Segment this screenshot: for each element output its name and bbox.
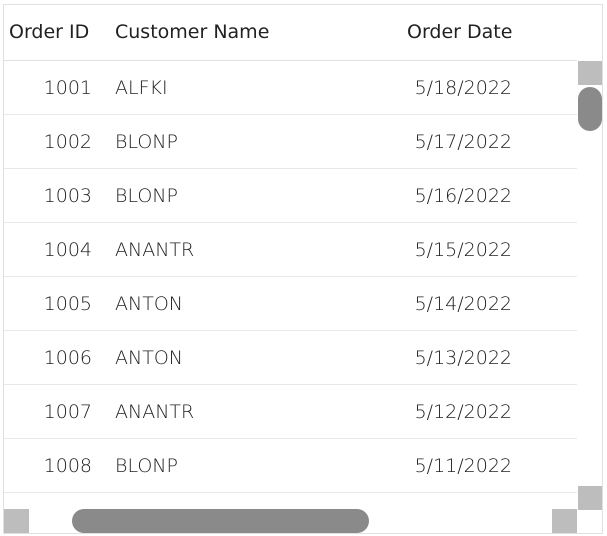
cell-customer-name: BLONP — [115, 131, 178, 153]
column-header-order-id[interactable]: Order ID — [9, 5, 89, 60]
horizontal-scroll-thumb[interactable] — [72, 509, 369, 533]
scroll-down-button[interactable] — [578, 486, 602, 510]
cell-order-date: 5/17/2022 — [414, 131, 512, 153]
cell-order-id: 1004 — [43, 239, 92, 261]
cell-order-date: 5/11/2022 — [414, 455, 512, 477]
grid-body: 1001 ALFKI 5/18/2022 1002 BLONP 5/17/202… — [4, 61, 577, 493]
cell-customer-name: BLONP — [115, 185, 178, 207]
cell-order-date: 5/16/2022 — [414, 185, 512, 207]
table-row[interactable]: 1005 ANTON 5/14/2022 — [4, 277, 577, 331]
scroll-right-button[interactable] — [552, 509, 577, 533]
table-row[interactable]: 1006 ANTON 5/13/2022 — [4, 331, 577, 385]
horizontal-scrollbar[interactable] — [4, 508, 577, 533]
data-grid: Order ID Customer Name Order Date 1001 A… — [3, 4, 603, 534]
column-header-order-date[interactable]: Order Date — [407, 5, 512, 60]
scroll-up-button[interactable] — [578, 61, 602, 85]
grid-header: Order ID Customer Name Order Date — [4, 5, 577, 61]
cell-order-id: 1006 — [43, 347, 92, 369]
vertical-scroll-thumb[interactable] — [578, 87, 602, 131]
cell-order-date: 5/15/2022 — [414, 239, 512, 261]
table-row[interactable]: 1003 BLONP 5/16/2022 — [4, 169, 577, 223]
cell-customer-name: ANANTR — [115, 239, 195, 261]
cell-order-id: 1001 — [43, 77, 92, 99]
table-row[interactable]: 1008 BLONP 5/11/2022 — [4, 439, 577, 493]
cell-customer-name: ANTON — [115, 293, 183, 315]
cell-order-id: 1008 — [43, 455, 92, 477]
column-header-customer-name[interactable]: Customer Name — [115, 5, 269, 60]
cell-customer-name: ANTON — [115, 347, 183, 369]
cell-order-date: 5/13/2022 — [414, 347, 512, 369]
table-row[interactable]: 1007 ANANTR 5/12/2022 — [4, 385, 577, 439]
cell-customer-name: ALFKI — [115, 77, 168, 99]
cell-order-id: 1005 — [43, 293, 92, 315]
cell-order-date: 5/18/2022 — [414, 77, 512, 99]
cell-order-date: 5/14/2022 — [414, 293, 512, 315]
cell-order-date: 5/12/2022 — [414, 401, 512, 423]
cell-order-id: 1007 — [43, 401, 92, 423]
table-row[interactable]: 1001 ALFKI 5/18/2022 — [4, 61, 577, 115]
vertical-scrollbar[interactable] — [577, 61, 602, 510]
cell-order-id: 1003 — [43, 185, 92, 207]
cell-customer-name: ANANTR — [115, 401, 195, 423]
scroll-left-button[interactable] — [4, 509, 29, 533]
cell-order-id: 1002 — [43, 131, 92, 153]
table-row[interactable]: 1002 BLONP 5/17/2022 — [4, 115, 577, 169]
table-row[interactable]: 1004 ANANTR 5/15/2022 — [4, 223, 577, 277]
cell-customer-name: BLONP — [115, 455, 178, 477]
